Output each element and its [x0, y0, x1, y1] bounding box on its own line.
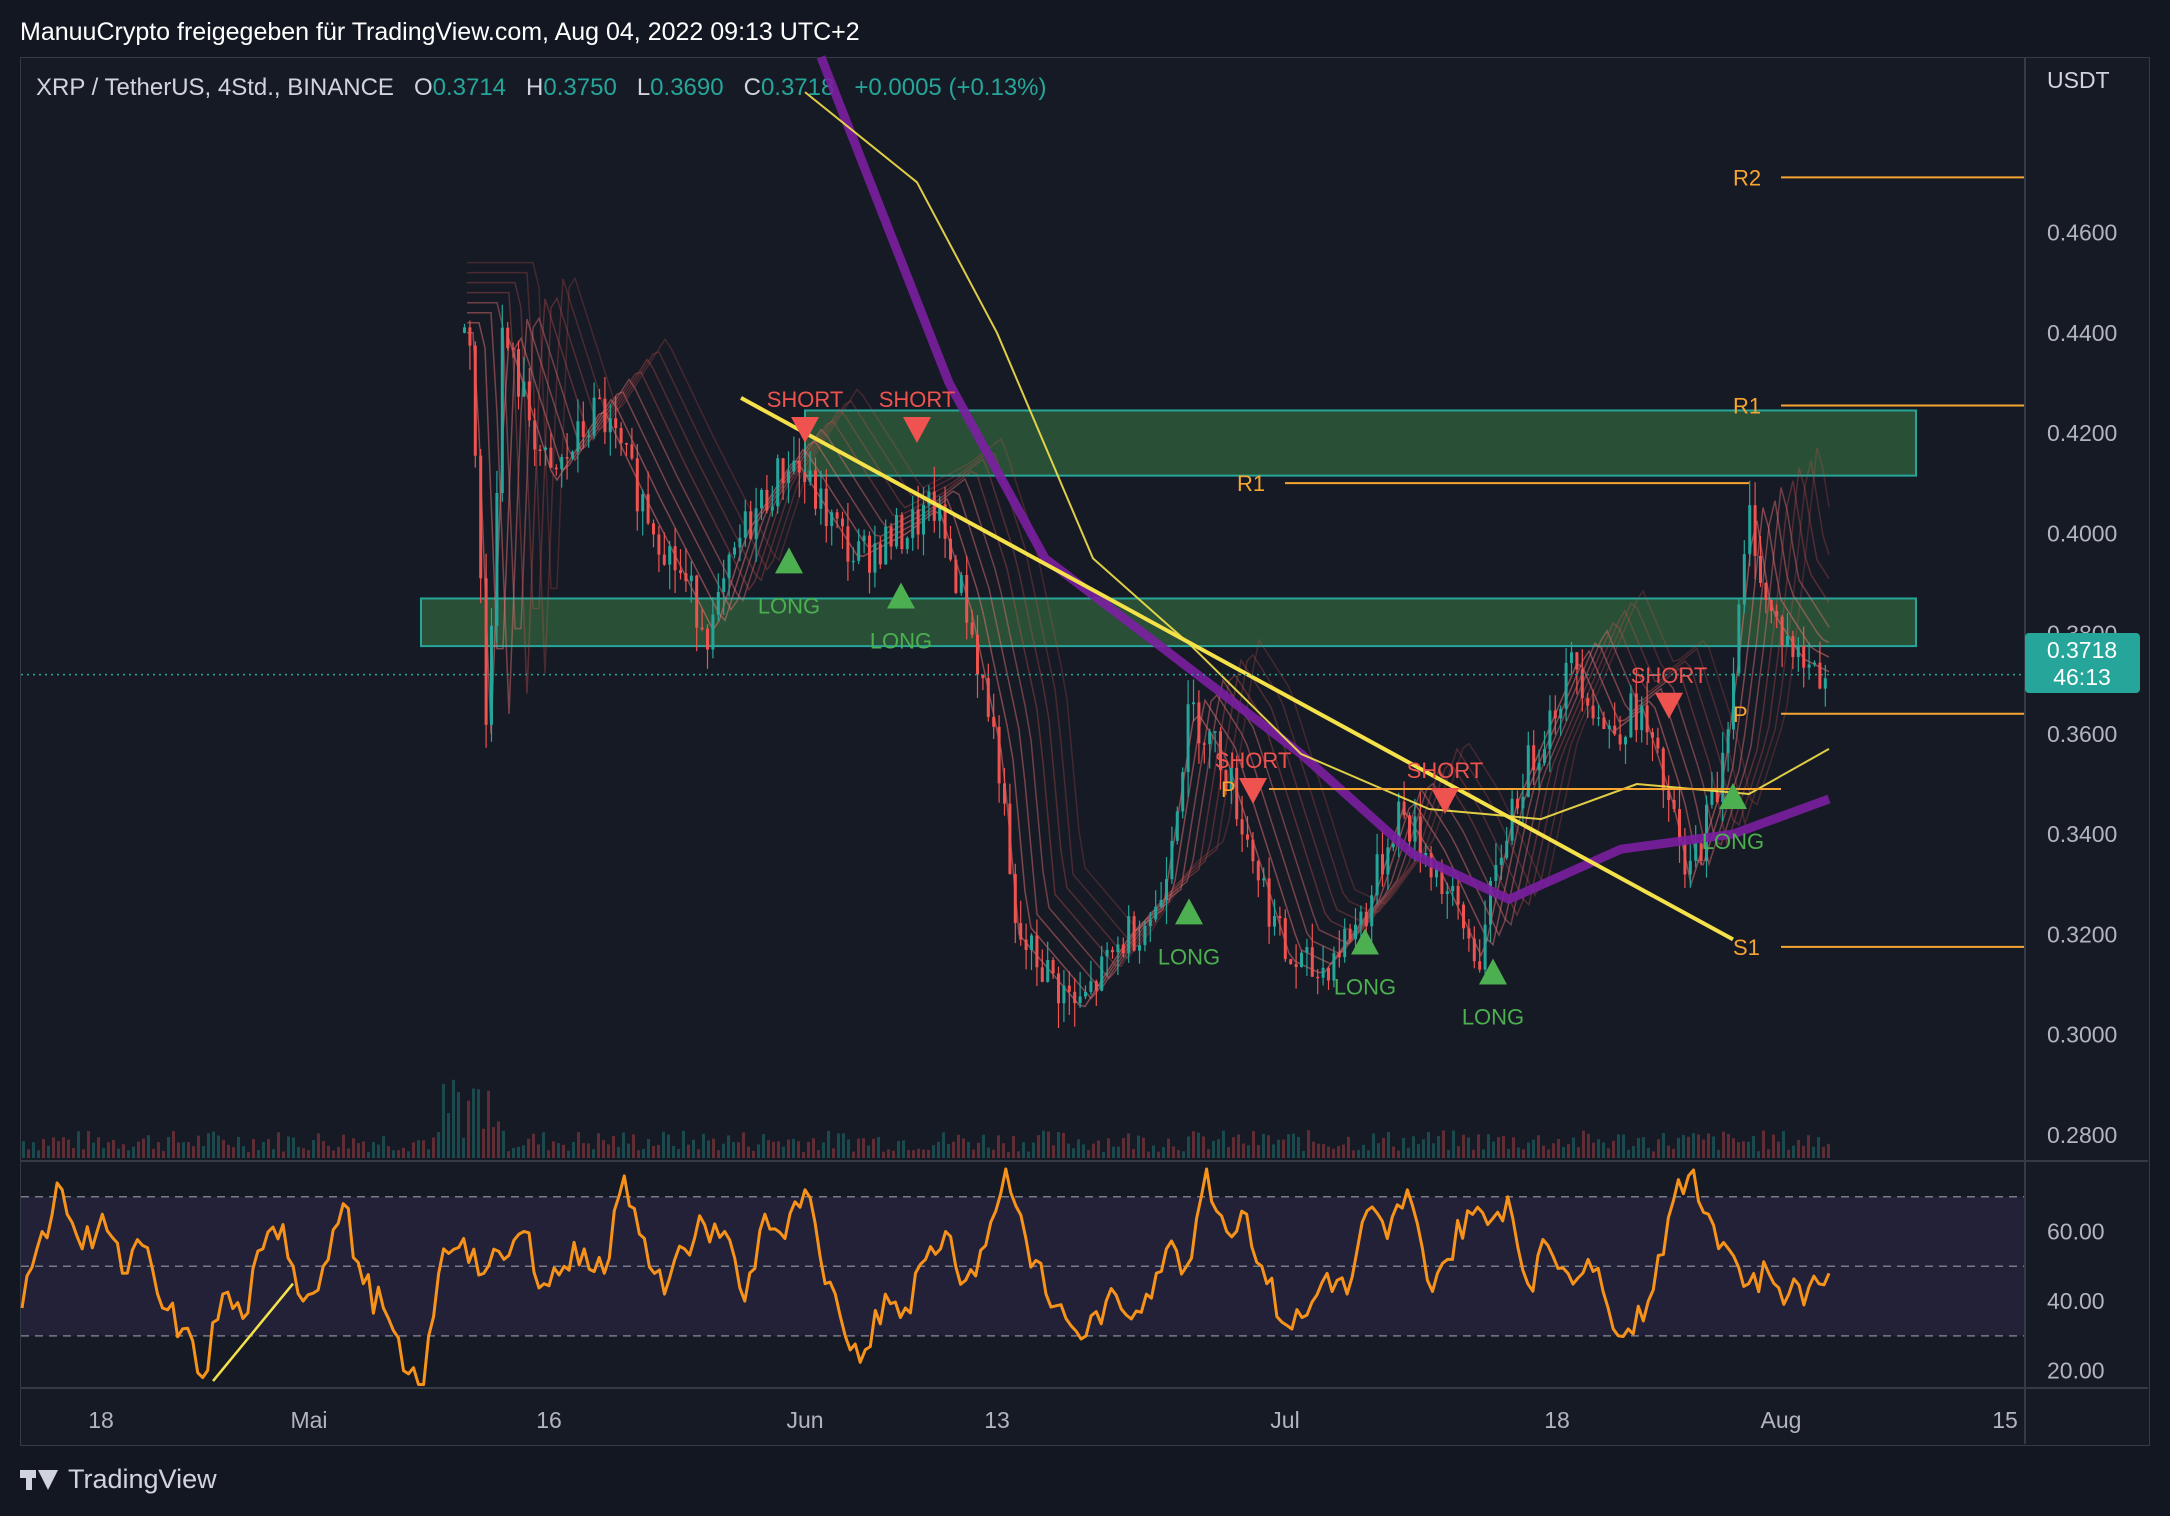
- close-label: C: [743, 74, 761, 101]
- footer-brand: TradingView: [68, 1464, 217, 1494]
- tradingview-logo-icon: [20, 1468, 58, 1492]
- close-value: 0.3718: [760, 74, 835, 101]
- share-header: ManuuCrypto freigegeben für TradingView.…: [20, 18, 860, 46]
- change-value: +0.0005 (+0.13%): [854, 74, 1047, 101]
- symbol-bar: XRP / TetherUS, 4Std., BINANCE O0.3714 H…: [36, 74, 1047, 102]
- open-value: 0.3714: [432, 74, 507, 101]
- low-label: L: [636, 74, 651, 101]
- low-value: 0.3690: [650, 74, 724, 101]
- symbol-name[interactable]: XRP / TetherUS, 4Std., BINANCE: [36, 74, 394, 101]
- footer: TradingView: [20, 1464, 217, 1495]
- high-value: 0.3750: [543, 74, 617, 101]
- open-label: O: [413, 74, 433, 101]
- chart-frame: [20, 57, 2150, 1446]
- high-label: H: [526, 74, 544, 101]
